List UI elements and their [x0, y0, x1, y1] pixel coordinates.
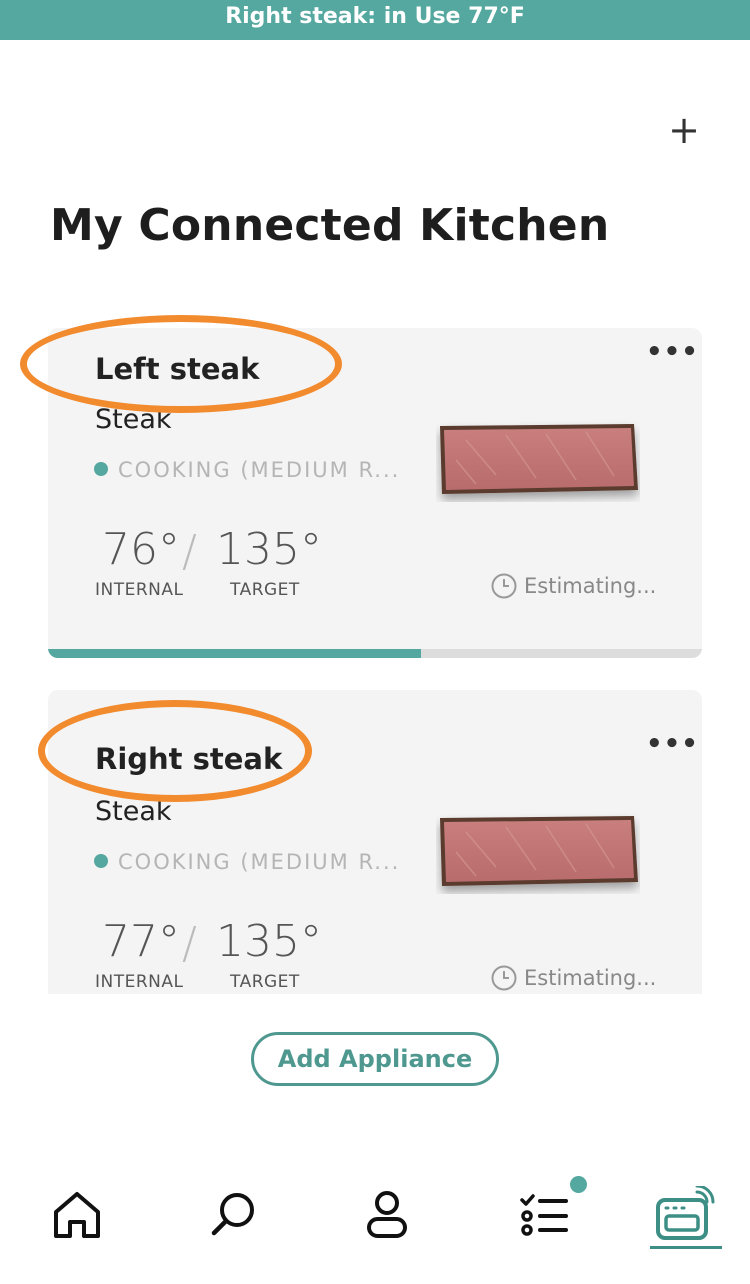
home-icon: [54, 1192, 100, 1238]
estimate-text: Estimating...: [524, 574, 657, 598]
temp-divider: /: [182, 526, 197, 577]
more-options-icon[interactable]: •••: [646, 731, 698, 760]
status-text: COOKING (MEDIUM R...: [118, 850, 401, 874]
steak-image: [440, 424, 638, 494]
internal-temp: 77°: [102, 916, 180, 967]
status-dot-icon: [94, 462, 108, 476]
appliance-card[interactable]: Right steak Steak COOKING (MEDIUM R... •…: [48, 690, 702, 994]
status-banner[interactable]: Right steak: in Use 77°F: [0, 0, 750, 40]
active-tab-indicator: [650, 1246, 722, 1249]
tasks-icon: [520, 1194, 568, 1236]
target-temp: 135°: [216, 916, 322, 967]
tab-tasks[interactable]: [508, 1180, 578, 1250]
appliance-card[interactable]: Left steak Steak COOKING (MEDIUM R... ••…: [48, 328, 702, 658]
progress-bar: [48, 649, 702, 658]
clock-icon: [491, 965, 517, 991]
tab-search[interactable]: [198, 1180, 268, 1250]
estimate-text: Estimating...: [524, 966, 657, 990]
tab-appliances[interactable]: [648, 1180, 718, 1250]
card-type: Steak: [95, 796, 172, 827]
plus-icon[interactable]: +: [664, 110, 704, 154]
cooking-status: COOKING (MEDIUM R...: [94, 850, 424, 874]
time-estimate: Estimating...: [490, 572, 656, 600]
progress-fill: [48, 649, 421, 658]
profile-icon: [367, 1191, 407, 1238]
search-icon: [211, 1193, 254, 1236]
target-label: TARGET: [230, 972, 300, 992]
card-type: Steak: [95, 404, 172, 435]
status-dot-icon: [94, 854, 108, 868]
page-title: My Connected Kitchen: [50, 200, 610, 251]
tab-profile[interactable]: [352, 1180, 422, 1250]
clock-icon: [491, 573, 517, 599]
tab-bar: [0, 1170, 750, 1270]
appliances-icon: [656, 1186, 715, 1240]
more-options-icon[interactable]: •••: [646, 339, 698, 368]
steak-image: [440, 816, 638, 886]
tab-home[interactable]: [42, 1180, 112, 1250]
add-appliance-button[interactable]: Add Appliance: [251, 1032, 499, 1086]
target-temp: 135°: [216, 524, 322, 575]
card-name: Left steak: [95, 352, 260, 386]
time-estimate: Estimating...: [490, 964, 656, 992]
card-name: Right steak: [95, 742, 283, 776]
target-label: TARGET: [230, 580, 300, 600]
temp-divider: /: [182, 918, 197, 969]
internal-temp: 76°: [102, 524, 180, 575]
status-text: COOKING (MEDIUM R...: [118, 458, 401, 482]
cooking-status: COOKING (MEDIUM R...: [94, 458, 424, 482]
notification-dot: [570, 1176, 587, 1193]
internal-label: INTERNAL: [95, 580, 184, 600]
internal-label: INTERNAL: [95, 972, 184, 992]
